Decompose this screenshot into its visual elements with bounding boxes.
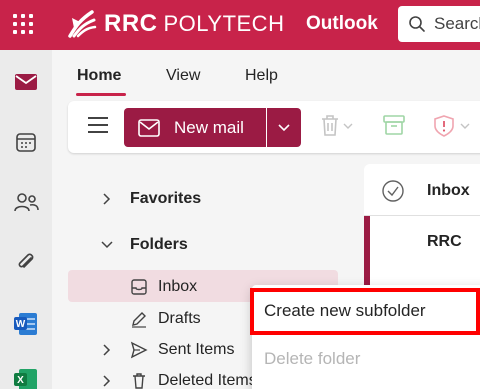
favorites-node[interactable]: Favorites [100, 190, 201, 208]
svg-text:W: W [16, 319, 26, 330]
word-icon[interactable]: W [12, 310, 40, 338]
mail-icon[interactable] [12, 68, 40, 96]
report-icon[interactable] [432, 114, 472, 138]
excel-icon[interactable]: X [12, 366, 40, 389]
app-rail [0, 50, 52, 389]
search-icon [409, 16, 425, 32]
calendar-icon[interactable] [12, 128, 40, 156]
folder-drafts[interactable]: Drafts [130, 310, 201, 328]
folder-label: Inbox [158, 278, 198, 295]
delete-icon[interactable] [318, 114, 354, 138]
chevron-right-icon [103, 375, 111, 387]
archive-icon[interactable] [382, 114, 406, 136]
folders-node[interactable]: Folders [100, 236, 188, 254]
folder-sent-items[interactable]: Sent Items [100, 341, 234, 359]
inbox-icon [131, 279, 147, 295]
chevron-right-icon [103, 344, 111, 356]
app-name[interactable]: Outlook [306, 13, 378, 35]
chevron-down-icon [101, 241, 113, 249]
new-mail-button[interactable]: New mail [124, 108, 266, 147]
folder-label: Deleted Items [158, 372, 257, 389]
drafts-icon [132, 312, 146, 328]
folder-label: Drafts [158, 310, 201, 327]
message-sender[interactable]: RRC [427, 233, 462, 251]
folder-deleted-items[interactable]: Deleted Items [100, 372, 257, 389]
brand-name: RRC [104, 10, 158, 37]
tab-home[interactable]: Home [77, 67, 121, 85]
new-mail-dropdown-button[interactable] [267, 108, 301, 147]
brand-logo-icon [68, 10, 97, 38]
delete-folder-menu-item[interactable]: Delete folder [264, 349, 360, 369]
top-bar: RRC POLYTECH Outlook Search [0, 0, 480, 50]
sent-icon [130, 341, 148, 359]
trash-icon [133, 373, 145, 389]
search-placeholder: Search [434, 14, 480, 33]
brand-logo[interactable]: RRC POLYTECH [66, 8, 284, 40]
brand-subname: POLYTECH [163, 11, 285, 36]
folders-label: Folders [130, 236, 188, 253]
new-mail-label: New mail [174, 117, 244, 137]
app-launcher-icon[interactable] [12, 13, 34, 35]
divider [364, 215, 480, 216]
svg-text:X: X [17, 375, 24, 386]
message-list-title: Inbox [427, 182, 470, 199]
chevron-right-icon [103, 193, 111, 205]
chevron-down-icon [278, 123, 290, 131]
hamburger-menu-icon[interactable] [88, 117, 108, 133]
people-icon[interactable] [12, 188, 40, 216]
active-tab-indicator [76, 93, 126, 96]
search-input[interactable]: Search [398, 6, 480, 42]
highlight-box [250, 288, 480, 335]
folder-inbox[interactable]: Inbox [130, 278, 197, 296]
tab-help[interactable]: Help [245, 67, 278, 85]
attachment-icon[interactable] [12, 248, 40, 276]
envelope-icon [138, 118, 160, 137]
folder-label: Sent Items [158, 341, 235, 358]
select-all-checkbox-icon[interactable] [381, 179, 405, 203]
tab-view[interactable]: View [166, 67, 200, 85]
favorites-label: Favorites [130, 190, 202, 207]
